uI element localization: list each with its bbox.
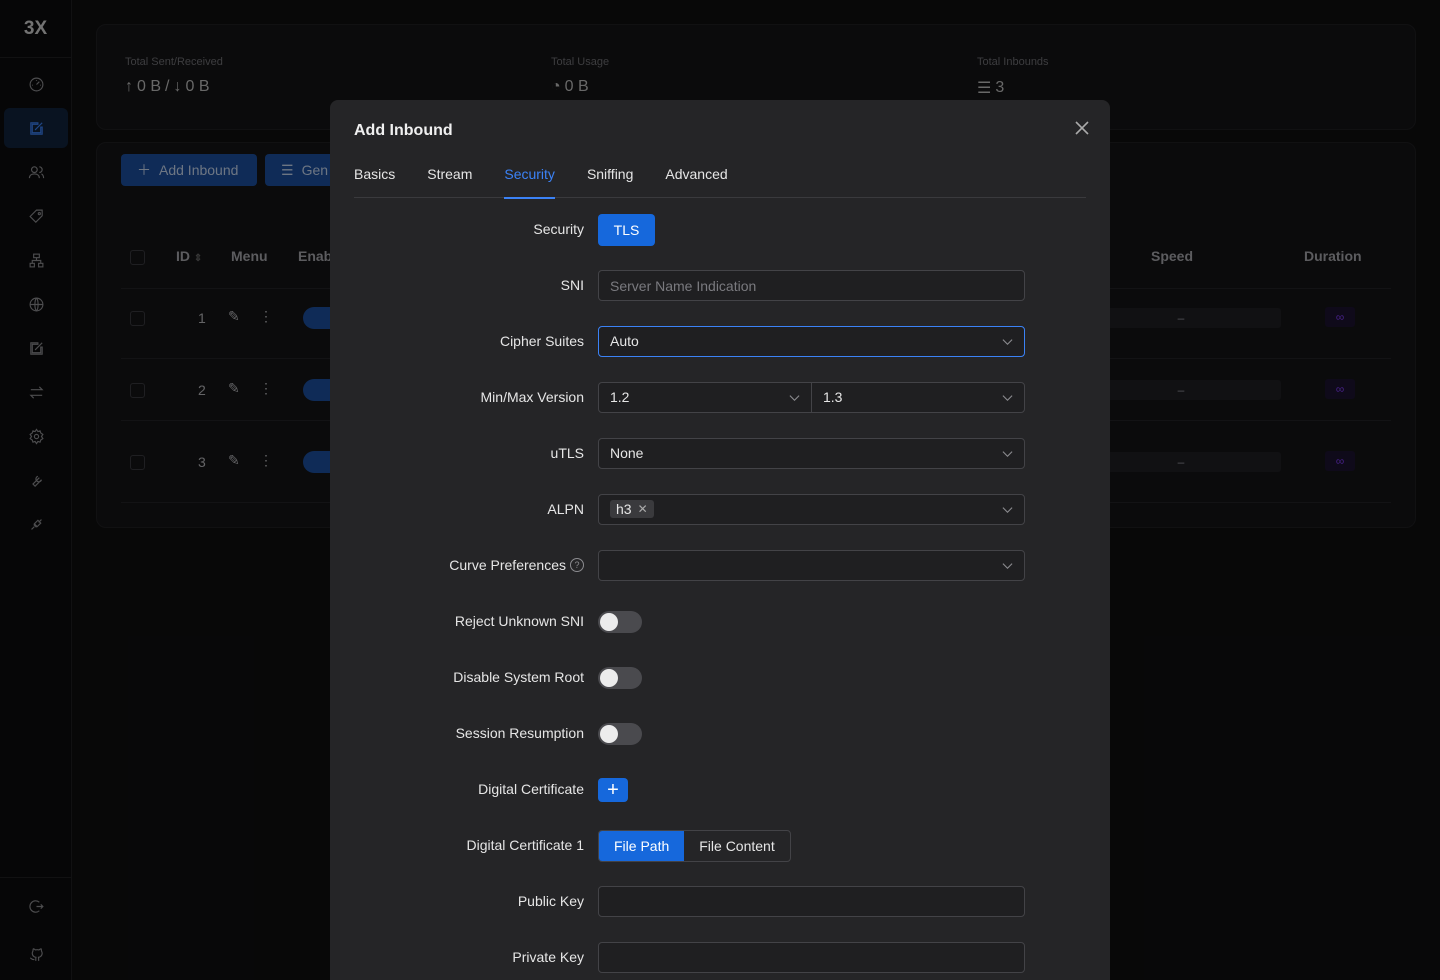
curve-preferences-select[interactable]: [598, 550, 1025, 581]
max-version-value: 1.3: [823, 389, 843, 405]
min-version-select[interactable]: 1.2: [598, 382, 812, 413]
modal-tabs: Basics Stream Security Sniffing Advanced: [354, 162, 1086, 199]
max-version-select[interactable]: 1.3: [811, 382, 1025, 413]
tag-remove-icon[interactable]: ✕: [638, 502, 648, 516]
digital-certificate-label: Digital Certificate: [478, 781, 584, 797]
disable-system-root-label: Disable System Root: [453, 669, 584, 685]
chevron-down-icon: [1002, 395, 1013, 402]
help-icon[interactable]: ?: [570, 558, 584, 572]
security-label: Security: [533, 221, 584, 237]
alpn-select[interactable]: h3 ✕: [598, 494, 1025, 525]
modal-title: Add Inbound: [354, 122, 453, 139]
security-tls-button[interactable]: TLS: [598, 214, 655, 246]
chevron-down-icon: [789, 395, 800, 402]
file-content-option[interactable]: File Content: [684, 831, 789, 861]
public-key-input[interactable]: [598, 886, 1025, 917]
chevron-down-icon: [1002, 339, 1013, 346]
sni-label: SNI: [560, 277, 584, 293]
cipher-suites-select[interactable]: Auto: [598, 326, 1025, 357]
reject-unknown-sni-switch[interactable]: [598, 611, 642, 633]
add-inbound-modal: Add Inbound Basics Stream Security Sniff…: [330, 100, 1110, 980]
utls-select[interactable]: None: [598, 438, 1025, 469]
reject-unknown-sni-label: Reject Unknown SNI: [454, 613, 584, 629]
chevron-down-icon: [1002, 507, 1013, 514]
curve-preferences-label: Curve Preferences: [449, 557, 566, 573]
tab-security[interactable]: Security: [504, 162, 555, 199]
tab-advanced[interactable]: Advanced: [665, 162, 727, 198]
cipher-suites-value: Auto: [610, 333, 639, 349]
sni-input[interactable]: [598, 270, 1025, 301]
file-path-option[interactable]: File Path: [599, 831, 685, 861]
min-max-version-label: Min/Max Version: [480, 389, 584, 405]
session-resumption-label: Session Resumption: [455, 725, 584, 741]
add-certificate-button[interactable]: +: [598, 778, 628, 802]
alpn-label: ALPN: [547, 501, 584, 517]
alpn-tag-label: h3: [616, 501, 632, 517]
tab-basics[interactable]: Basics: [354, 162, 395, 198]
chevron-down-icon: [1002, 451, 1013, 458]
private-key-input[interactable]: [598, 942, 1025, 973]
cipher-suites-label: Cipher Suites: [499, 333, 584, 349]
tab-stream[interactable]: Stream: [427, 162, 472, 198]
close-icon[interactable]: [1072, 118, 1092, 138]
min-version-value: 1.2: [610, 389, 630, 405]
disable-system-root-switch[interactable]: [598, 667, 642, 689]
alpn-tag: h3 ✕: [610, 500, 654, 518]
private-key-label: Private Key: [512, 949, 584, 965]
utls-value: None: [610, 445, 644, 461]
certificate-source-segmented: File Path File Content: [598, 830, 791, 862]
session-resumption-switch[interactable]: [598, 723, 642, 745]
tab-sniffing[interactable]: Sniffing: [587, 162, 633, 198]
digital-certificate-1-label: Digital Certificate 1: [466, 837, 585, 853]
chevron-down-icon: [1002, 563, 1013, 570]
curve-preferences-label-wrap: Curve Preferences ?: [449, 557, 584, 573]
utls-label: uTLS: [550, 445, 584, 461]
public-key-label: Public Key: [517, 893, 584, 909]
